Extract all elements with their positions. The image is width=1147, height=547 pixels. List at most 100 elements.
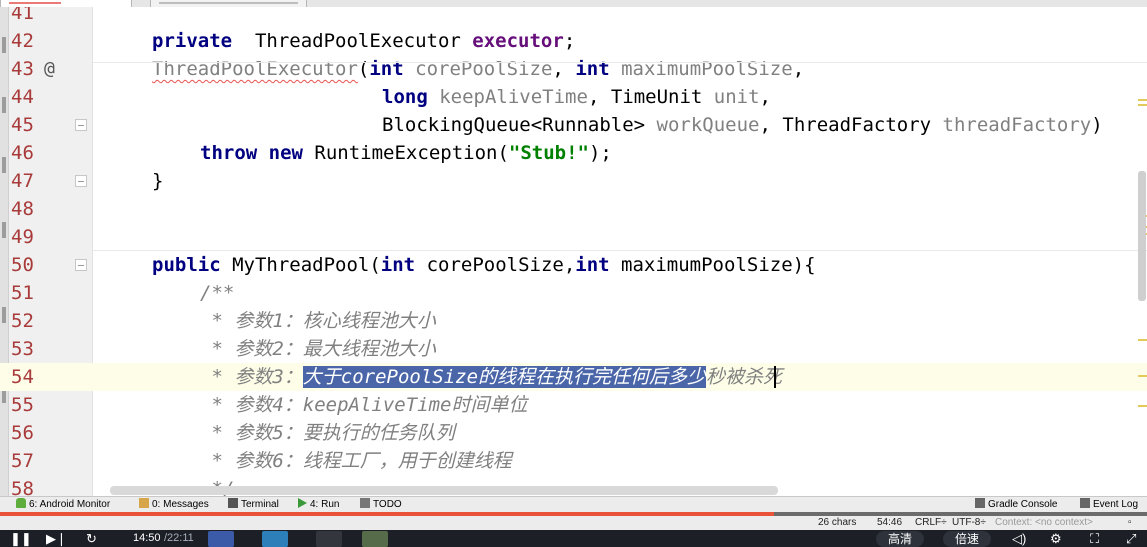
word-taskbar-icon[interactable] xyxy=(208,531,234,547)
code-line[interactable]: 43 @ ThreadPoolExecutor(int corePoolSize, … xyxy=(0,55,1147,83)
vertical-scrollbar-thumb[interactable] xyxy=(1138,171,1146,301)
code-text: } xyxy=(152,167,163,195)
horizontal-scrollbar-thumb[interactable] xyxy=(110,486,778,495)
code-token: long xyxy=(382,86,428,108)
code-line[interactable]: 41 xyxy=(0,7,1147,27)
app-taskbar-icon-3[interactable] xyxy=(362,531,388,547)
messages-button[interactable]: 0: Messages xyxy=(139,498,209,512)
gradle-console-label: Gradle Console xyxy=(988,499,1058,510)
expand-icon[interactable]: ⤢ xyxy=(1126,530,1136,547)
line-number: 53 xyxy=(11,338,34,360)
code-token: ; xyxy=(563,30,576,52)
code-token: * 参数4：keepAliveTime时间单位 xyxy=(200,394,528,416)
code-line[interactable]: 51 /** xyxy=(0,279,1147,307)
run-button[interactable]: 4: Run xyxy=(298,498,339,512)
terminal-icon xyxy=(228,498,238,508)
code-line[interactable]: 44 long keepAliveTime, TimeUnit unit, xyxy=(0,83,1147,111)
messages-icon xyxy=(139,498,149,508)
code-line[interactable]: 52 * 参数1：核心线程池大小 xyxy=(0,307,1147,335)
todo-icon xyxy=(360,498,370,508)
android-icon xyxy=(16,498,26,508)
pause-icon[interactable]: ❚❚ xyxy=(10,530,32,547)
fold-icon[interactable] xyxy=(75,119,87,131)
code-line[interactable]: 56 * 参数5：要执行的任务队列 xyxy=(0,419,1147,447)
code-line[interactable]: 45 BlockingQueue<Runnable> workQueue, Thr… xyxy=(0,111,1147,139)
code-line[interactable]: 53 * 参数2：最大线程池大小 xyxy=(0,335,1147,363)
fold-icon[interactable] xyxy=(75,259,87,271)
warning-marker[interactable] xyxy=(1138,99,1147,101)
quality-button[interactable]: 高清 xyxy=(876,531,925,547)
context-indicator[interactable]: Context: <no context> xyxy=(995,516,1093,530)
code-line[interactable]: 54 * 参数3：大于corePoolSize的线程在执行完任何后多少秒被杀死 xyxy=(0,363,1147,391)
warning-marker[interactable] xyxy=(1138,104,1147,106)
fullscreen-icon[interactable]: ⛶ xyxy=(1090,530,1099,547)
event-log-button[interactable]: Event Log xyxy=(1080,498,1138,512)
code-token: corePoolSize, xyxy=(415,254,576,276)
code-text: ThreadPoolExecutor(int corePoolSize, int… xyxy=(152,55,804,83)
selected-text: 大于corePoolSize的线程在执行完任何后多少 xyxy=(302,366,707,388)
code-token: unit xyxy=(713,86,760,108)
code-token: keepAliveTime xyxy=(439,86,588,108)
code-text: /** xyxy=(200,279,234,307)
tab-label-underline xyxy=(9,2,61,4)
line-number: 47 xyxy=(11,170,34,192)
line-number: 49 xyxy=(11,226,34,248)
line-number: 57 xyxy=(11,450,34,472)
code-text: * 参数1：核心线程池大小 xyxy=(200,307,435,335)
todo-button[interactable]: TODO xyxy=(360,498,402,512)
app-taskbar-icon[interactable] xyxy=(262,531,288,547)
line-separator[interactable]: CRLF÷ xyxy=(915,516,947,530)
gradle-console-icon xyxy=(975,498,985,508)
code-token: , ThreadFactory xyxy=(759,114,943,136)
override-marker-icon[interactable]: @ xyxy=(44,55,55,83)
next-icon[interactable]: ▶❘ xyxy=(46,530,67,547)
code-text: * 参数6：线程工厂，用于创建线程 xyxy=(200,447,511,475)
speed-button[interactable]: 倍速 xyxy=(943,531,992,547)
status-bar: 26 chars 54:46 CRLF÷ UTF-8÷ Context: <no… xyxy=(0,516,1147,530)
loop-icon[interactable]: ↻ xyxy=(86,530,97,547)
code-line[interactable]: 50 public MyThreadPool(int corePoolSize,i… xyxy=(0,251,1147,279)
fold-icon[interactable] xyxy=(75,175,87,187)
line-number: 48 xyxy=(11,198,34,220)
file-encoding[interactable]: UTF-8÷ xyxy=(952,516,986,530)
code-token: * 参数5：要执行的任务队列 xyxy=(200,422,455,444)
lock-icon[interactable]: ▫ xyxy=(1128,516,1138,530)
android-monitor-label: 6: Android Monitor xyxy=(29,499,111,510)
code-token: public xyxy=(152,254,221,276)
settings-icon[interactable]: ⚙ xyxy=(1050,530,1062,547)
time-total: /22:11 xyxy=(164,532,194,544)
code-token: maximumPoolSize){ xyxy=(609,254,816,276)
todo-label: TODO xyxy=(373,499,402,510)
code-token: RuntimeException( xyxy=(302,142,509,164)
caret-position[interactable]: 54:46 xyxy=(877,516,902,530)
method-separator xyxy=(93,62,1147,63)
video-player-bar: ❚❚ ▶❘ ↻ 14:50 /22:11 高清 倍速 ◁) ⚙ ⛶ ⤢ xyxy=(0,530,1147,547)
code-token: MyThreadPool( xyxy=(220,254,381,276)
app-taskbar-icon-2[interactable] xyxy=(316,531,342,547)
code-line[interactable]: 46 throw new RuntimeException("Stub!"); xyxy=(0,139,1147,167)
line-number: 56 xyxy=(11,422,34,444)
gradle-console-button[interactable]: Gradle Console xyxy=(975,498,1057,512)
volume-icon[interactable]: ◁) xyxy=(1012,530,1026,547)
code-line[interactable]: 42 private ThreadPoolExecutor executor; xyxy=(0,27,1147,55)
code-line[interactable]: 48 xyxy=(0,195,1147,223)
code-text: public MyThreadPool(int corePoolSize,int… xyxy=(152,251,816,279)
code-line[interactable]: 57 * 参数6：线程工厂，用于创建线程 xyxy=(0,447,1147,475)
code-token: ); xyxy=(588,142,612,164)
warning-marker[interactable] xyxy=(1138,375,1147,377)
event-log-icon xyxy=(1080,498,1090,508)
line-number: 55 xyxy=(11,394,34,416)
code-line[interactable]: 47} xyxy=(0,167,1147,195)
code-token: private xyxy=(152,30,233,52)
warning-marker[interactable] xyxy=(1138,339,1147,341)
code-token: threadFactory xyxy=(942,114,1092,136)
code-line[interactable]: 55 * 参数4：keepAliveTime时间单位 xyxy=(0,391,1147,419)
android-monitor-button[interactable]: 6: Android Monitor xyxy=(16,498,110,512)
code-editor[interactable]: 41 42 private ThreadPoolExecutor executor;… xyxy=(0,7,1147,496)
code-text: BlockingQueue<Runnable> workQueue, Threa… xyxy=(382,111,1103,139)
code-line[interactable]: 49 xyxy=(0,223,1147,251)
warning-marker[interactable] xyxy=(1138,405,1147,407)
terminal-button[interactable]: Terminal xyxy=(228,498,279,512)
event-log-label: Event Log xyxy=(1093,499,1139,510)
